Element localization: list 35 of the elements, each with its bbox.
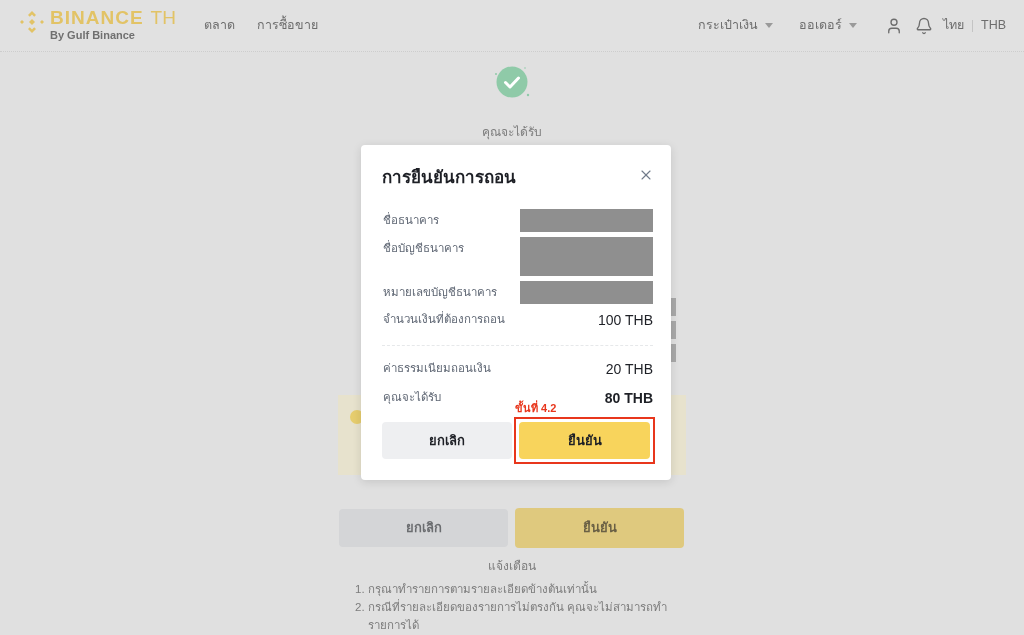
- notice-text: กรณีที่รายละเอียดของรายการไม่ตรงกัน คุณจะไม่สามารถทำรายการได้: [368, 598, 669, 633]
- field-label: ค่าธรรมเนียมถอนเงิน: [382, 361, 491, 377]
- cancel-button[interactable]: ยกเลิก: [382, 422, 512, 459]
- nav-link[interactable]: การซื้อขาย: [256, 16, 318, 35]
- logo-wordmark: BINANCE: [50, 7, 144, 29]
- field-label: ชื่อธนาคาร: [382, 211, 439, 228]
- caret-icon: [849, 23, 857, 28]
- list-number: 2.: [355, 600, 366, 615]
- notice-text: กรุณาทำรายการตามรายละเอียดข้างต้นเท่านั้น: [368, 580, 597, 598]
- field-label: หมายเลขบัญชีธนาคาร: [382, 285, 497, 301]
- list-number: 1.: [355, 582, 366, 597]
- status-label: คุณจะได้รับ: [481, 124, 543, 141]
- nav-link[interactable]: ตลาด: [203, 16, 235, 35]
- field-label: จำนวนเงินที่ต้องการถอน: [382, 311, 505, 328]
- logo-tagline: By Gulf Binance: [50, 29, 136, 42]
- diamond-logo-icon: [20, 11, 44, 33]
- amount-value: 80 THB: [604, 388, 653, 408]
- notice-title: แจ้งเตือน: [487, 558, 537, 575]
- menu-dropdown[interactable]: ออเดอร์: [799, 16, 857, 35]
- field-label: คุณจะได้รับ: [382, 390, 441, 406]
- confirm-button[interactable]: ยืนยัน: [515, 508, 684, 548]
- amount-value: 100 THB: [598, 310, 653, 330]
- amount-value: 20 THB: [605, 359, 653, 379]
- bell-icon[interactable]: [915, 16, 933, 35]
- dialog-title: การยืนยันการถอน: [382, 167, 516, 189]
- step-annotation: ขั้นที่ 4.2: [515, 402, 557, 415]
- menu-dropdown[interactable]: กระเป๋าเงิน: [698, 16, 773, 35]
- language-link[interactable]: ไทย: [943, 16, 964, 35]
- user-icon[interactable]: [885, 16, 903, 35]
- caret-icon: [765, 23, 773, 28]
- field-label: ชื่อบัญชีธนาคาร: [382, 239, 464, 257]
- cancel-button[interactable]: ยกเลิก: [339, 509, 508, 547]
- confirm-button[interactable]: ยืนยัน: [519, 422, 650, 459]
- currency-link[interactable]: THB: [981, 16, 1006, 35]
- logo-suffix: TH: [150, 7, 176, 29]
